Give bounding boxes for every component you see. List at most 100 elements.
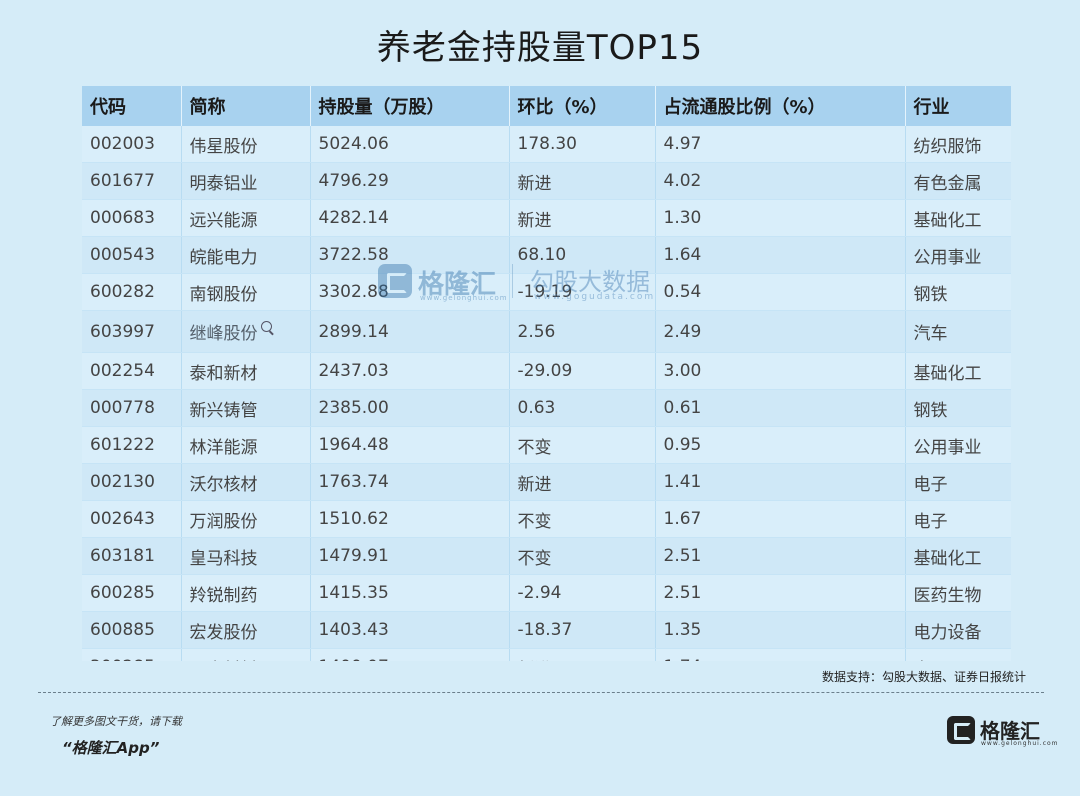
cell-industry: 基础化工 xyxy=(905,352,1011,390)
holdings-table: 代码 简称 持股量（万股） 环比（%） 占流通股比例（%） 行业 002003 … xyxy=(82,86,1011,661)
cell-code: 002003 xyxy=(82,126,182,163)
table-row: 000543 皖能电力 3722.58 68.10 1.64 公用事业 xyxy=(82,236,1011,274)
cell-name: 宏发股份 xyxy=(181,611,311,649)
cell-float-ratio: 1.67 xyxy=(655,500,906,538)
cell-code: 300285 xyxy=(82,648,182,661)
cell-holding: 4282.14 xyxy=(310,199,510,237)
cell-change: 不变 xyxy=(509,426,656,464)
holdings-table-container: 代码 简称 持股量（万股） 环比（%） 占流通股比例（%） 行业 002003 … xyxy=(82,86,1011,661)
app-name-link[interactable]: “格隆汇App” xyxy=(62,737,159,758)
cell-holding: 3722.58 xyxy=(310,236,510,274)
cell-code: 600885 xyxy=(82,611,182,649)
table-row: 601677 明泰铝业 4796.29 新进 4.02 有色金属 xyxy=(82,162,1011,200)
cell-float-ratio: 4.02 xyxy=(655,162,906,200)
table-row: 600282 南钢股份 3302.88 -19.19 0.54 钢铁 xyxy=(82,273,1011,311)
cell-change: 2.56 xyxy=(509,310,656,353)
cell-name: 伟星股份 xyxy=(181,126,311,163)
cell-float-ratio: 0.54 xyxy=(655,273,906,311)
stock-name-link[interactable]: 继峰股份 xyxy=(190,324,258,344)
cell-holding: 1400.07 xyxy=(310,648,510,661)
cell-name: 新兴铸管 xyxy=(181,389,311,427)
cell-industry: 公用事业 xyxy=(905,426,1011,464)
search-icon[interactable] xyxy=(260,321,272,332)
cell-holding: 1479.91 xyxy=(310,537,510,575)
table-row: 600885 宏发股份 1403.43 -18.37 1.35 电力设备 xyxy=(82,611,1011,649)
cell-change: 新进 xyxy=(509,162,656,200)
table-row: 002254 泰和新材 2437.03 -29.09 3.00 基础化工 xyxy=(82,352,1011,390)
cell-holding: 4796.29 xyxy=(310,162,510,200)
table-row: 000683 远兴能源 4282.14 新进 1.30 基础化工 xyxy=(82,199,1011,237)
cell-name: 沃尔核材 xyxy=(181,463,311,501)
cell-name: 南钢股份 xyxy=(181,273,311,311)
cell-industry: 钢铁 xyxy=(905,273,1011,311)
cell-change: 178.30 xyxy=(509,126,656,163)
cell-industry: 汽车 xyxy=(905,310,1011,353)
cell-code: 601677 xyxy=(82,162,182,200)
cell-float-ratio: 2.51 xyxy=(655,574,906,612)
cell-holding: 5024.06 xyxy=(310,126,510,163)
table-row: 601222 林洋能源 1964.48 不变 0.95 公用事业 xyxy=(82,426,1011,464)
cell-float-ratio: 3.00 xyxy=(655,352,906,390)
header-change: 环比（%） xyxy=(509,86,656,126)
cell-code: 002130 xyxy=(82,463,182,501)
cell-change: -18.37 xyxy=(509,611,656,649)
cell-industry: 电子 xyxy=(905,648,1011,661)
cell-industry: 钢铁 xyxy=(905,389,1011,427)
cell-change: -29.09 xyxy=(509,352,656,390)
cell-float-ratio: 1.35 xyxy=(655,611,906,649)
cell-industry: 电力设备 xyxy=(905,611,1011,649)
cell-name: 远兴能源 xyxy=(181,199,311,237)
cell-code: 002254 xyxy=(82,352,182,390)
cell-industry: 公用事业 xyxy=(905,236,1011,274)
cell-holding: 2385.00 xyxy=(310,389,510,427)
cell-holding: 1763.74 xyxy=(310,463,510,501)
cell-code: 600285 xyxy=(82,574,182,612)
cell-holding: 2899.14 xyxy=(310,310,510,353)
table-row: 002643 万润股份 1510.62 不变 1.67 电子 xyxy=(82,500,1011,538)
cell-float-ratio: 4.97 xyxy=(655,126,906,163)
cell-change: 68.10 xyxy=(509,236,656,274)
cell-change: -19.19 xyxy=(509,273,656,311)
cell-industry: 医药生物 xyxy=(905,574,1011,612)
cell-holding: 1415.35 xyxy=(310,574,510,612)
cell-name: 明泰铝业 xyxy=(181,162,311,200)
cell-holding: 2437.03 xyxy=(310,352,510,390)
table-row: 600285 羚锐制药 1415.35 -2.94 2.51 医药生物 xyxy=(82,574,1011,612)
cell-holding: 1403.43 xyxy=(310,611,510,649)
page-title: 养老金持股量TOP15 xyxy=(376,28,704,68)
cell-float-ratio: 1.64 xyxy=(655,236,906,274)
table-header-row: 代码 简称 持股量（万股） 环比（%） 占流通股比例（%） 行业 xyxy=(82,86,1011,126)
cell-code: 600282 xyxy=(82,273,182,311)
cell-name: 皇马科技 xyxy=(181,537,311,575)
gelonghui-logo-icon xyxy=(947,716,975,744)
cell-code: 603997 xyxy=(82,310,182,353)
footer-logo-url: www.gelonghui.com xyxy=(981,740,1059,747)
table-row: 002130 沃尔核材 1763.74 新进 1.41 电子 xyxy=(82,463,1011,501)
cell-industry: 基础化工 xyxy=(905,537,1011,575)
cell-float-ratio: 0.95 xyxy=(655,426,906,464)
cell-change: 不变 xyxy=(509,500,656,538)
cell-code: 601222 xyxy=(82,426,182,464)
header-code: 代码 xyxy=(82,86,182,126)
table-row: 603181 皇马科技 1479.91 不变 2.51 基础化工 xyxy=(82,537,1011,575)
cell-name: 皖能电力 xyxy=(181,236,311,274)
cell-name: 国瓷材料 xyxy=(181,648,311,661)
table-row: 000778 新兴铸管 2385.00 0.63 0.61 钢铁 xyxy=(82,389,1011,427)
cell-float-ratio: 2.49 xyxy=(655,310,906,353)
cell-change: 新进 xyxy=(509,648,656,661)
cell-name: 万润股份 xyxy=(181,500,311,538)
cell-name: 羚锐制药 xyxy=(181,574,311,612)
cell-change: 新进 xyxy=(509,463,656,501)
footer-logo[interactable]: 格隆汇 www.gelonghui.com xyxy=(947,716,1058,748)
cell-code: 000683 xyxy=(82,199,182,237)
cell-change: -2.94 xyxy=(509,574,656,612)
cell-change: 不变 xyxy=(509,537,656,575)
cell-industry: 电子 xyxy=(905,500,1011,538)
cell-code: 603181 xyxy=(82,537,182,575)
table-row: 603997 继峰股份 2899.14 2.56 2.49 汽车 xyxy=(82,310,1011,353)
cell-name: 林洋能源 xyxy=(181,426,311,464)
cell-change: 新进 xyxy=(509,199,656,237)
cell-name[interactable]: 继峰股份 xyxy=(181,310,311,353)
dashed-divider xyxy=(38,692,1044,693)
cell-holding: 3302.88 xyxy=(310,273,510,311)
